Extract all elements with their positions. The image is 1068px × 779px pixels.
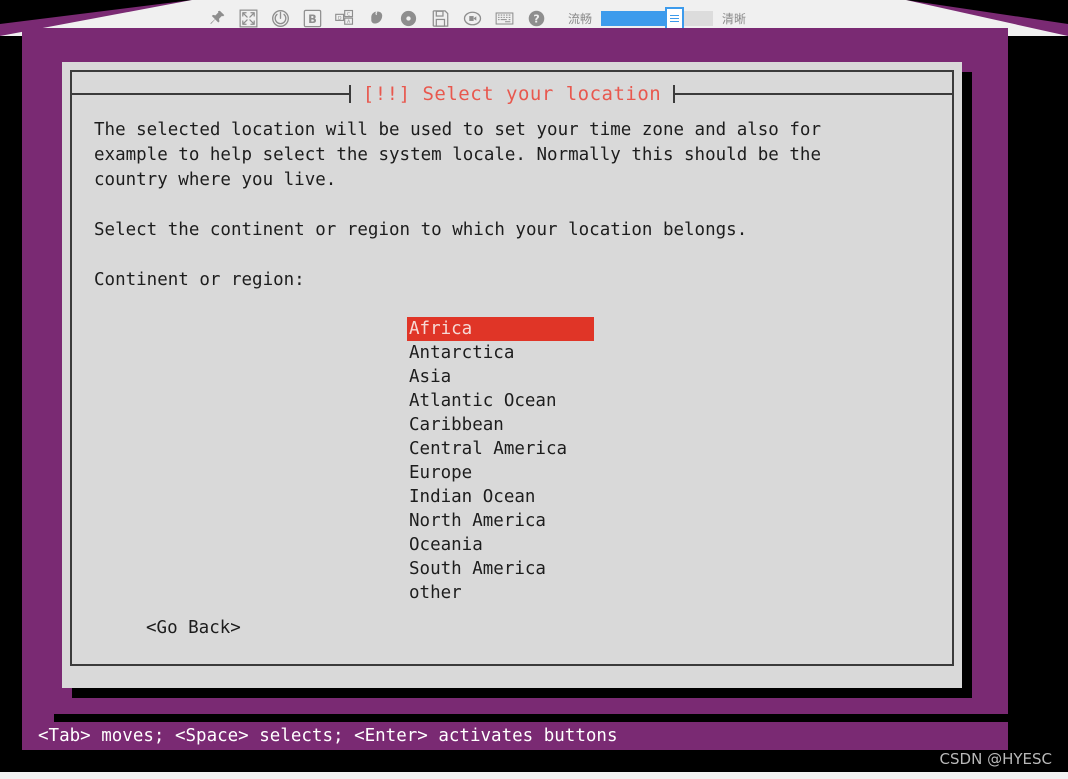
list-item[interactable]: other xyxy=(407,581,707,605)
quality-slider-fill xyxy=(601,10,674,26)
page-title: [!!] Select your location xyxy=(362,83,662,105)
list-item[interactable]: Caribbean xyxy=(407,413,707,437)
screen: B D C A ? 流畅 清晰 [!!] Select your locatio… xyxy=(0,0,1068,779)
bottom-strip xyxy=(0,772,1068,779)
quality-smooth-label: 流畅 xyxy=(568,11,593,26)
mouse-icon[interactable] xyxy=(366,8,387,29)
select-location-dialog: [!!] Select your location The selected l… xyxy=(62,62,962,688)
video-camera-icon[interactable] xyxy=(462,8,483,29)
list-item[interactable]: Antarctica xyxy=(407,341,707,365)
svg-text:?: ? xyxy=(533,12,539,25)
handle-line xyxy=(670,20,680,22)
keyboard-hint-bar: <Tab> moves; <Space> selects; <Enter> ac… xyxy=(22,722,1008,750)
list-item[interactable]: Atlantic Ocean xyxy=(407,389,707,413)
list-item[interactable]: Indian Ocean xyxy=(407,485,707,509)
save-floppy-icon[interactable] xyxy=(430,8,451,29)
description-paragraph: The selected location will be used to se… xyxy=(94,120,821,190)
title-rule-right xyxy=(673,85,953,103)
dialog-frame: [!!] Select your location The selected l… xyxy=(70,70,954,666)
help-icon[interactable]: ? xyxy=(526,8,547,29)
pin-icon[interactable] xyxy=(206,8,227,29)
go-back-button[interactable]: <Go Back> xyxy=(146,618,241,638)
list-item[interactable]: Oceania xyxy=(407,533,707,557)
list-item[interactable]: Africa xyxy=(407,317,594,341)
dialog-body: The selected location will be used to se… xyxy=(94,118,934,605)
svg-text:D: D xyxy=(338,15,342,21)
power-icon[interactable] xyxy=(270,8,291,29)
dialog-title-row: [!!] Select your location xyxy=(72,82,953,106)
keyboard-icon[interactable] xyxy=(494,8,515,29)
boxed-b-icon[interactable]: B xyxy=(302,8,323,29)
watermark: CSDN @HYESC xyxy=(939,750,1052,768)
handle-line xyxy=(670,17,680,19)
region-list[interactable]: Africa Antarctica Asia Atlantic Ocean Ca… xyxy=(407,317,707,605)
fullscreen-icon[interactable] xyxy=(238,8,259,29)
prompt-text: Select the continent or region to which … xyxy=(94,220,748,240)
ctrl-alt-del-icon[interactable]: D C A xyxy=(334,8,355,29)
list-item[interactable]: North America xyxy=(407,509,707,533)
quality-slider-track[interactable] xyxy=(601,6,714,30)
quality-slider-handle[interactable] xyxy=(665,6,685,30)
handle-line xyxy=(670,14,680,16)
list-item[interactable]: Europe xyxy=(407,461,707,485)
list-item[interactable]: Central America xyxy=(407,437,707,461)
svg-text:B: B xyxy=(308,11,317,25)
list-item[interactable]: Asia xyxy=(407,365,707,389)
list-item[interactable]: South America xyxy=(407,557,707,581)
quality-clear-label: 清晰 xyxy=(722,11,747,26)
title-rule-left xyxy=(72,85,351,103)
statusbar-left-cap xyxy=(22,700,54,724)
field-label: Continent or region: xyxy=(94,270,305,290)
disc-icon[interactable] xyxy=(398,8,419,29)
